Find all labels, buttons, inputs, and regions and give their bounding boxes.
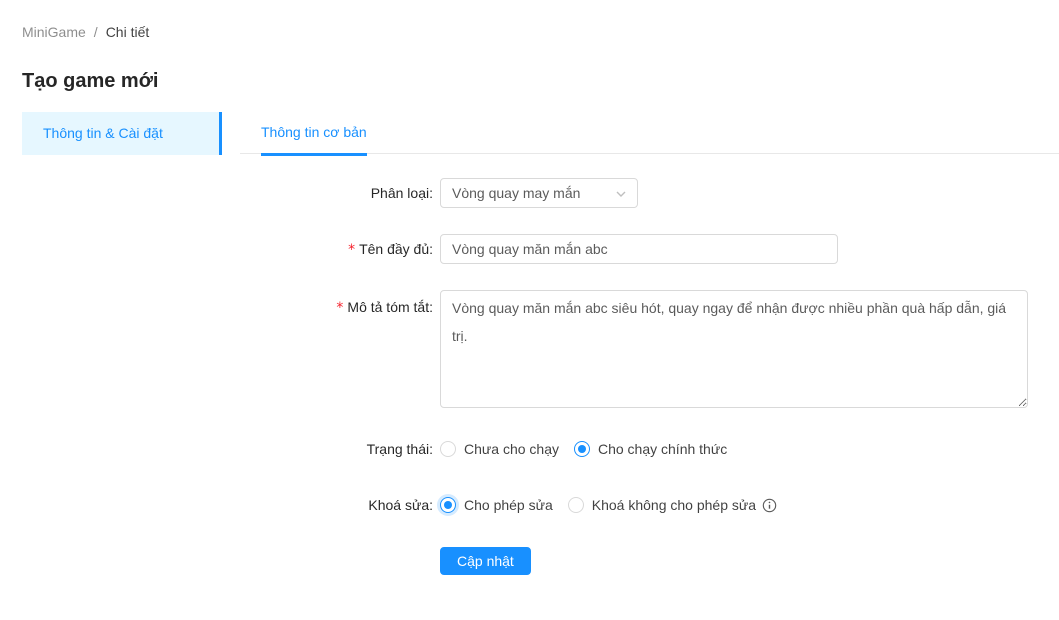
info-icon[interactable] — [762, 498, 777, 513]
fullname-input[interactable] — [440, 234, 838, 264]
chevron-down-icon — [615, 188, 627, 200]
breadcrumb: MiniGame / Chi tiết — [22, 24, 149, 40]
form-row-edit-lock: Khoá sửa: Cho phép sửa Khoá không cho ph… — [240, 497, 777, 514]
form-row-description: *Mô tả tóm tắt: Vòng quay măn mắn abc si… — [240, 290, 1028, 411]
edit-lock-radio-group: Cho phép sửa Khoá không cho phép sửa — [440, 497, 777, 513]
breadcrumb-separator: / — [94, 24, 98, 40]
form-row-status: Trạng thái: Chưa cho chạy Cho chạy chính… — [240, 441, 727, 458]
breadcrumb-item-current: Chi tiết — [106, 24, 150, 40]
radio-option-allow-edit[interactable]: Cho phép sửa — [440, 497, 553, 513]
fullname-label: *Tên đầy đủ: — [240, 234, 433, 265]
create-game-page: MiniGame / Chi tiết Tạo game mới Thông tin… — [0, 0, 1059, 620]
tab-basic-info[interactable]: Thông tin cơ bản — [261, 124, 367, 156]
required-marker: * — [336, 300, 343, 316]
status-label: Trạng thái: — [240, 441, 433, 458]
tab-label: Thông tin cơ bản — [261, 124, 367, 140]
radio-option-official-run[interactable]: Cho chạy chính thức — [574, 441, 727, 457]
description-textarea[interactable]: Vòng quay măn mắn abc siêu hót, quay nga… — [440, 290, 1028, 408]
sidebar-item-label: Thông tin & Cài đặt — [43, 125, 163, 141]
page-title: Tạo game mới — [22, 70, 158, 93]
category-select[interactable]: Vòng quay may mắn — [440, 178, 638, 208]
radio-unchecked-icon — [568, 497, 584, 513]
radio-checked-icon — [574, 441, 590, 457]
category-label: Phân loại: — [240, 178, 433, 208]
form-row-fullname: *Tên đầy đủ: — [240, 234, 838, 265]
update-button[interactable]: Cập nhật — [440, 547, 531, 575]
category-select-value: Vòng quay may mắn — [452, 185, 580, 201]
radio-option-not-running[interactable]: Chưa cho chạy — [440, 441, 559, 457]
edit-lock-label: Khoá sửa: — [240, 497, 433, 514]
form-row-category: Phân loại: Vòng quay may mắn — [240, 178, 638, 208]
description-label: *Mô tả tóm tắt: — [240, 290, 433, 323]
form-row-submit: Cập nhật — [240, 547, 531, 575]
radio-checked-icon — [440, 497, 456, 513]
radio-option-lock-edit[interactable]: Khoá không cho phép sửa — [568, 497, 777, 513]
breadcrumb-item-minigame[interactable]: MiniGame — [22, 24, 86, 40]
sidebar-item-info-settings[interactable]: Thông tin & Cài đặt — [22, 112, 222, 155]
status-radio-group: Chưa cho chạy Cho chạy chính thức — [440, 441, 727, 457]
radio-unchecked-icon — [440, 441, 456, 457]
required-marker: * — [348, 242, 355, 258]
